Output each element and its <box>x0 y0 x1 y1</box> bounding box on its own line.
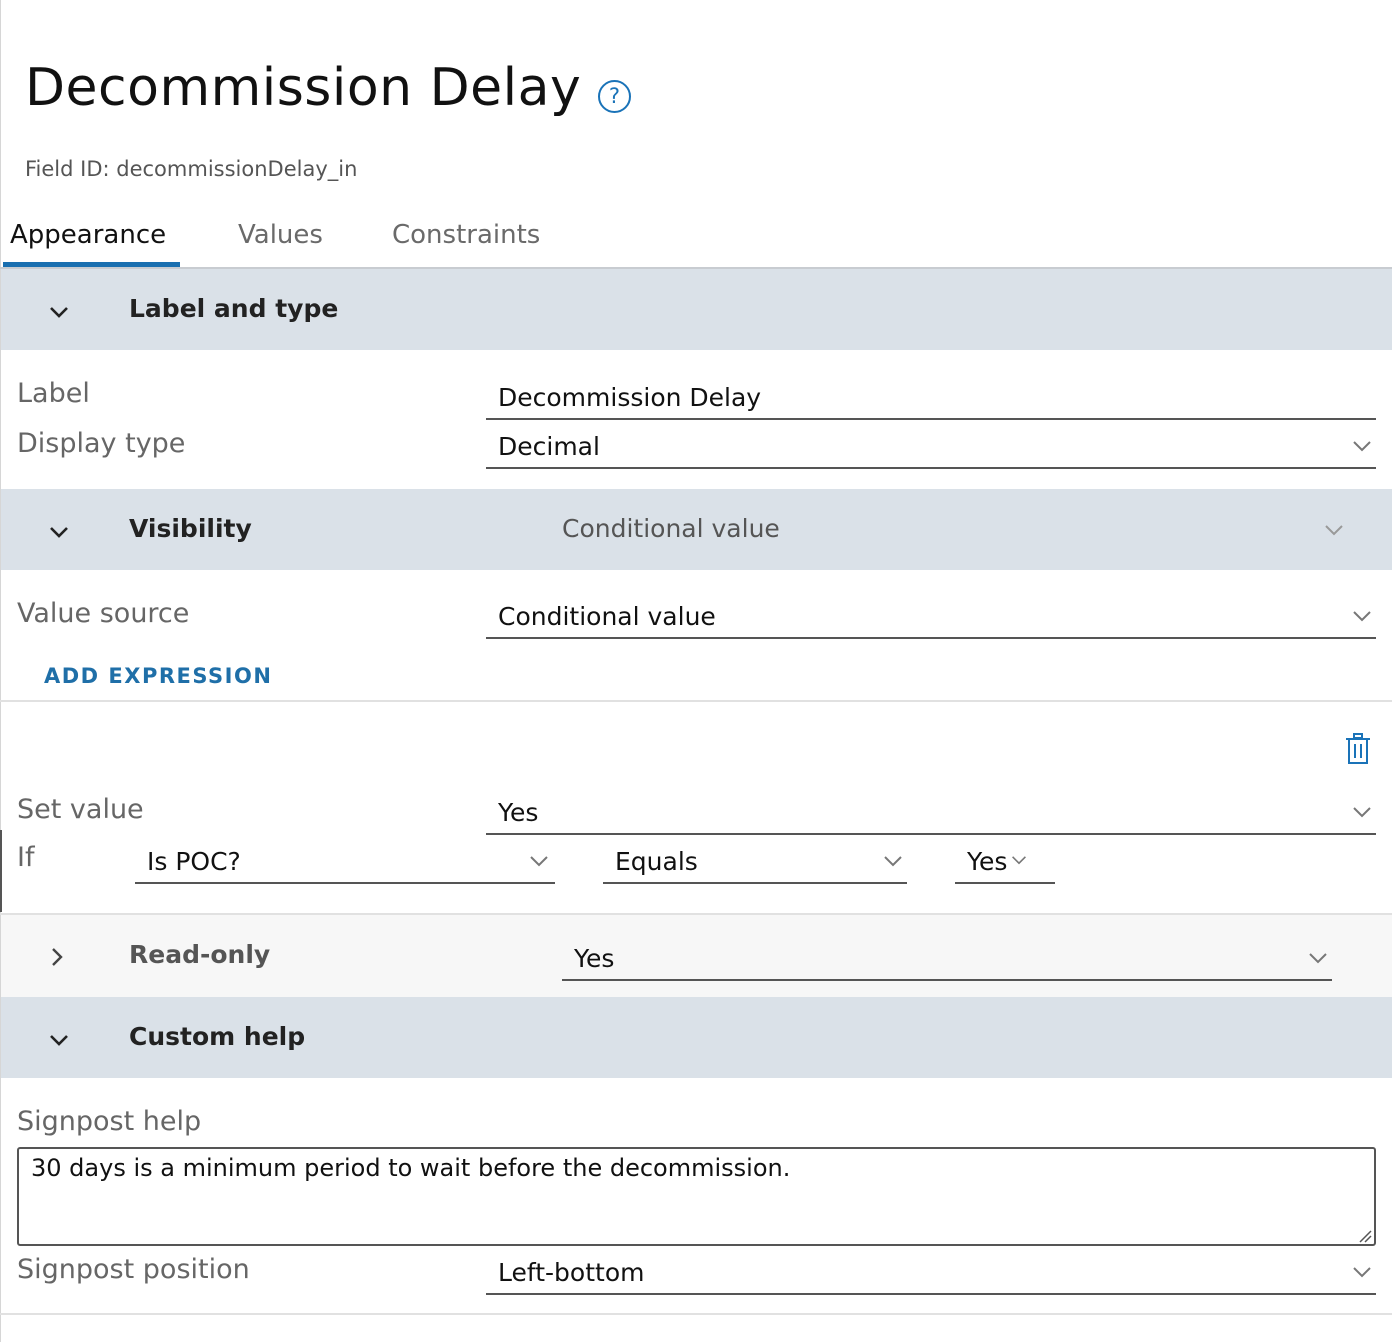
expression-divider <box>0 700 1392 702</box>
chevron-down-icon <box>529 854 549 868</box>
read-only-select[interactable]: Yes <box>562 933 1332 981</box>
set-value-label: Set value <box>17 794 144 825</box>
signpost-position-select[interactable]: Left-bottom <box>486 1248 1376 1295</box>
value-source-label: Value source <box>17 598 190 629</box>
set-value-value: Yes <box>498 798 539 827</box>
section-title-visibility[interactable]: Visibility <box>129 514 252 543</box>
signpost-position-label: Signpost position <box>17 1254 250 1285</box>
if-operator-value: Equals <box>615 847 698 876</box>
add-expression-button[interactable]: ADD EXPRESSION <box>44 664 272 688</box>
help-circle-icon[interactable]: ? <box>598 80 631 113</box>
page-title: Decommission Delay <box>25 58 582 118</box>
resize-handle-icon[interactable] <box>1358 1228 1372 1243</box>
left-edge-marker <box>0 830 2 912</box>
chevron-down-icon <box>1011 854 1027 866</box>
chevron-down-icon <box>1352 609 1372 623</box>
chevron-down-icon <box>883 854 903 868</box>
value-source-select[interactable]: Conditional value <box>486 592 1376 639</box>
chevron-down-icon <box>1352 439 1372 453</box>
display-type-label: Display type <box>17 428 186 459</box>
chevron-down-icon <box>1308 951 1328 965</box>
if-value-select[interactable]: Yes <box>955 836 1055 884</box>
label-input[interactable]: Decommission Delay <box>486 372 1376 420</box>
field-id: Field ID: decommissionDelay_in <box>25 157 358 181</box>
signpost-help-value: 30 days is a minimum period to wait befo… <box>31 1154 791 1182</box>
visibility-header-value: Conditional value <box>562 514 780 543</box>
chevron-down-icon[interactable] <box>46 299 72 325</box>
if-field-value: Is POC? <box>147 847 241 876</box>
chevron-down-icon <box>1352 1265 1372 1279</box>
chevron-down-icon[interactable] <box>46 1027 72 1053</box>
tab-constraints[interactable]: Constraints <box>392 220 540 250</box>
chevron-down-icon <box>1352 805 1372 819</box>
if-field-select[interactable]: Is POC? <box>135 836 555 884</box>
set-value-select[interactable]: Yes <box>486 788 1376 835</box>
section-title-label-and-type[interactable]: Label and type <box>129 294 338 323</box>
display-type-value: Decimal <box>498 432 600 461</box>
signpost-help-textarea[interactable]: 30 days is a minimum period to wait befo… <box>17 1147 1376 1246</box>
if-value-value: Yes <box>967 847 1008 876</box>
if-operator-select[interactable]: Equals <box>603 836 907 884</box>
read-only-value: Yes <box>574 944 615 973</box>
tab-values[interactable]: Values <box>238 220 323 250</box>
label-field-label: Label <box>17 378 90 409</box>
value-source-value: Conditional value <box>498 602 716 631</box>
tab-appearance[interactable]: Appearance <box>10 220 166 250</box>
trash-icon[interactable] <box>1344 733 1372 765</box>
chevron-down-icon <box>1324 522 1344 536</box>
page-left-border <box>0 0 1 1342</box>
chevron-down-icon[interactable] <box>46 519 72 545</box>
section-title-custom-help[interactable]: Custom help <box>129 1022 305 1051</box>
signpost-position-value: Left-bottom <box>498 1258 645 1287</box>
if-label: If <box>17 842 35 873</box>
bottom-divider <box>0 1313 1392 1315</box>
section-title-read-only[interactable]: Read-only <box>129 940 270 969</box>
display-type-select[interactable]: Decimal <box>486 422 1376 469</box>
label-input-value: Decommission Delay <box>498 383 762 412</box>
signpost-help-label: Signpost help <box>17 1106 202 1137</box>
chevron-right-icon[interactable] <box>44 944 70 970</box>
